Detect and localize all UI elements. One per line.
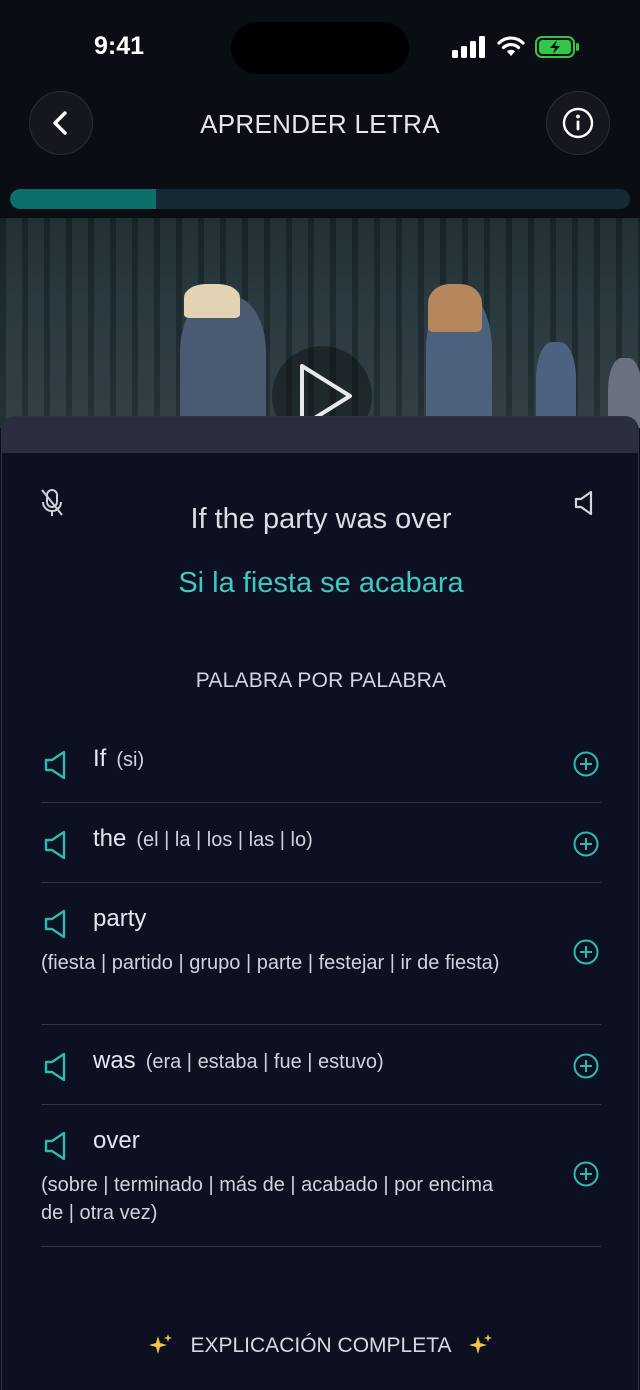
speaker-icon[interactable] (43, 909, 71, 939)
full-explanation-label: EXPLICACIÓN COMPLETA (190, 1334, 452, 1357)
info-button[interactable] (546, 91, 610, 155)
sparkle-icon (149, 1334, 173, 1354)
word-list: If (si) the (el | la | los | las | lo) p… (41, 723, 601, 1247)
speaker-icon[interactable] (43, 750, 71, 780)
add-circle-icon[interactable] (573, 939, 599, 965)
add-circle-icon[interactable] (573, 751, 599, 777)
word-meaning: (si) (116, 749, 145, 771)
performer-hat (184, 284, 240, 318)
lyric-translation: Si la fiesta se acabara (178, 567, 464, 599)
status-bar: 9:41 (0, 0, 640, 90)
word-text: If (93, 745, 107, 772)
lesson-progress-bar (10, 189, 630, 209)
word-meaning: (el | la | los | las | lo) (136, 829, 313, 851)
video-player[interactable] (0, 218, 640, 428)
status-time: 9:41 (94, 32, 145, 60)
dynamic-island (231, 22, 409, 74)
progress-fill (10, 189, 156, 209)
word-row-was: was (era | estaba | fue | estuvo) (41, 1025, 601, 1105)
word-meaning: (era | estaba | fue | estuvo) (145, 1051, 384, 1073)
word-row-if: If (si) (41, 723, 601, 803)
speaker-icon[interactable] (43, 1052, 71, 1082)
word-meaning: (fiesta | partido | grupo | parte | fest… (41, 952, 500, 974)
full-explanation-button[interactable]: EXPLICACIÓN COMPLETA (2, 1333, 638, 1359)
add-circle-icon[interactable] (573, 831, 599, 857)
add-circle-icon[interactable] (573, 1161, 599, 1187)
speaker-icon[interactable] (43, 1131, 71, 1161)
lyric-original: If the party was over (190, 503, 452, 535)
word-row-over: over (sobre | terminado | más de | acaba… (41, 1105, 601, 1247)
word-row-the: the (el | la | los | las | lo) (41, 803, 601, 883)
word-text: was (93, 1047, 136, 1074)
word-text: the (93, 825, 127, 852)
word-text: over (93, 1127, 140, 1154)
word-by-word-heading: PALABRA POR PALABRA (195, 669, 447, 692)
speaker-icon[interactable] (43, 830, 71, 860)
word-meaning: (sobre | terminado | más de | acabado | … (41, 1174, 494, 1224)
battery-icon (535, 36, 579, 58)
page-title: APRENDER LETRA (200, 109, 440, 139)
header: APRENDER LETRA (0, 90, 640, 218)
sparkle-icon (468, 1334, 492, 1354)
signal-icon (452, 36, 485, 58)
word-text: party (93, 905, 147, 932)
add-circle-icon[interactable] (573, 1053, 599, 1079)
card-handle-bar (2, 417, 638, 453)
performer-hair (428, 284, 482, 332)
lyric-card: If the party was over Si la fiesta se ac… (1, 416, 639, 1390)
word-row-party: party (fiesta | partido | grupo | parte … (41, 883, 601, 1025)
wifi-icon (497, 36, 525, 56)
info-icon (562, 107, 594, 139)
